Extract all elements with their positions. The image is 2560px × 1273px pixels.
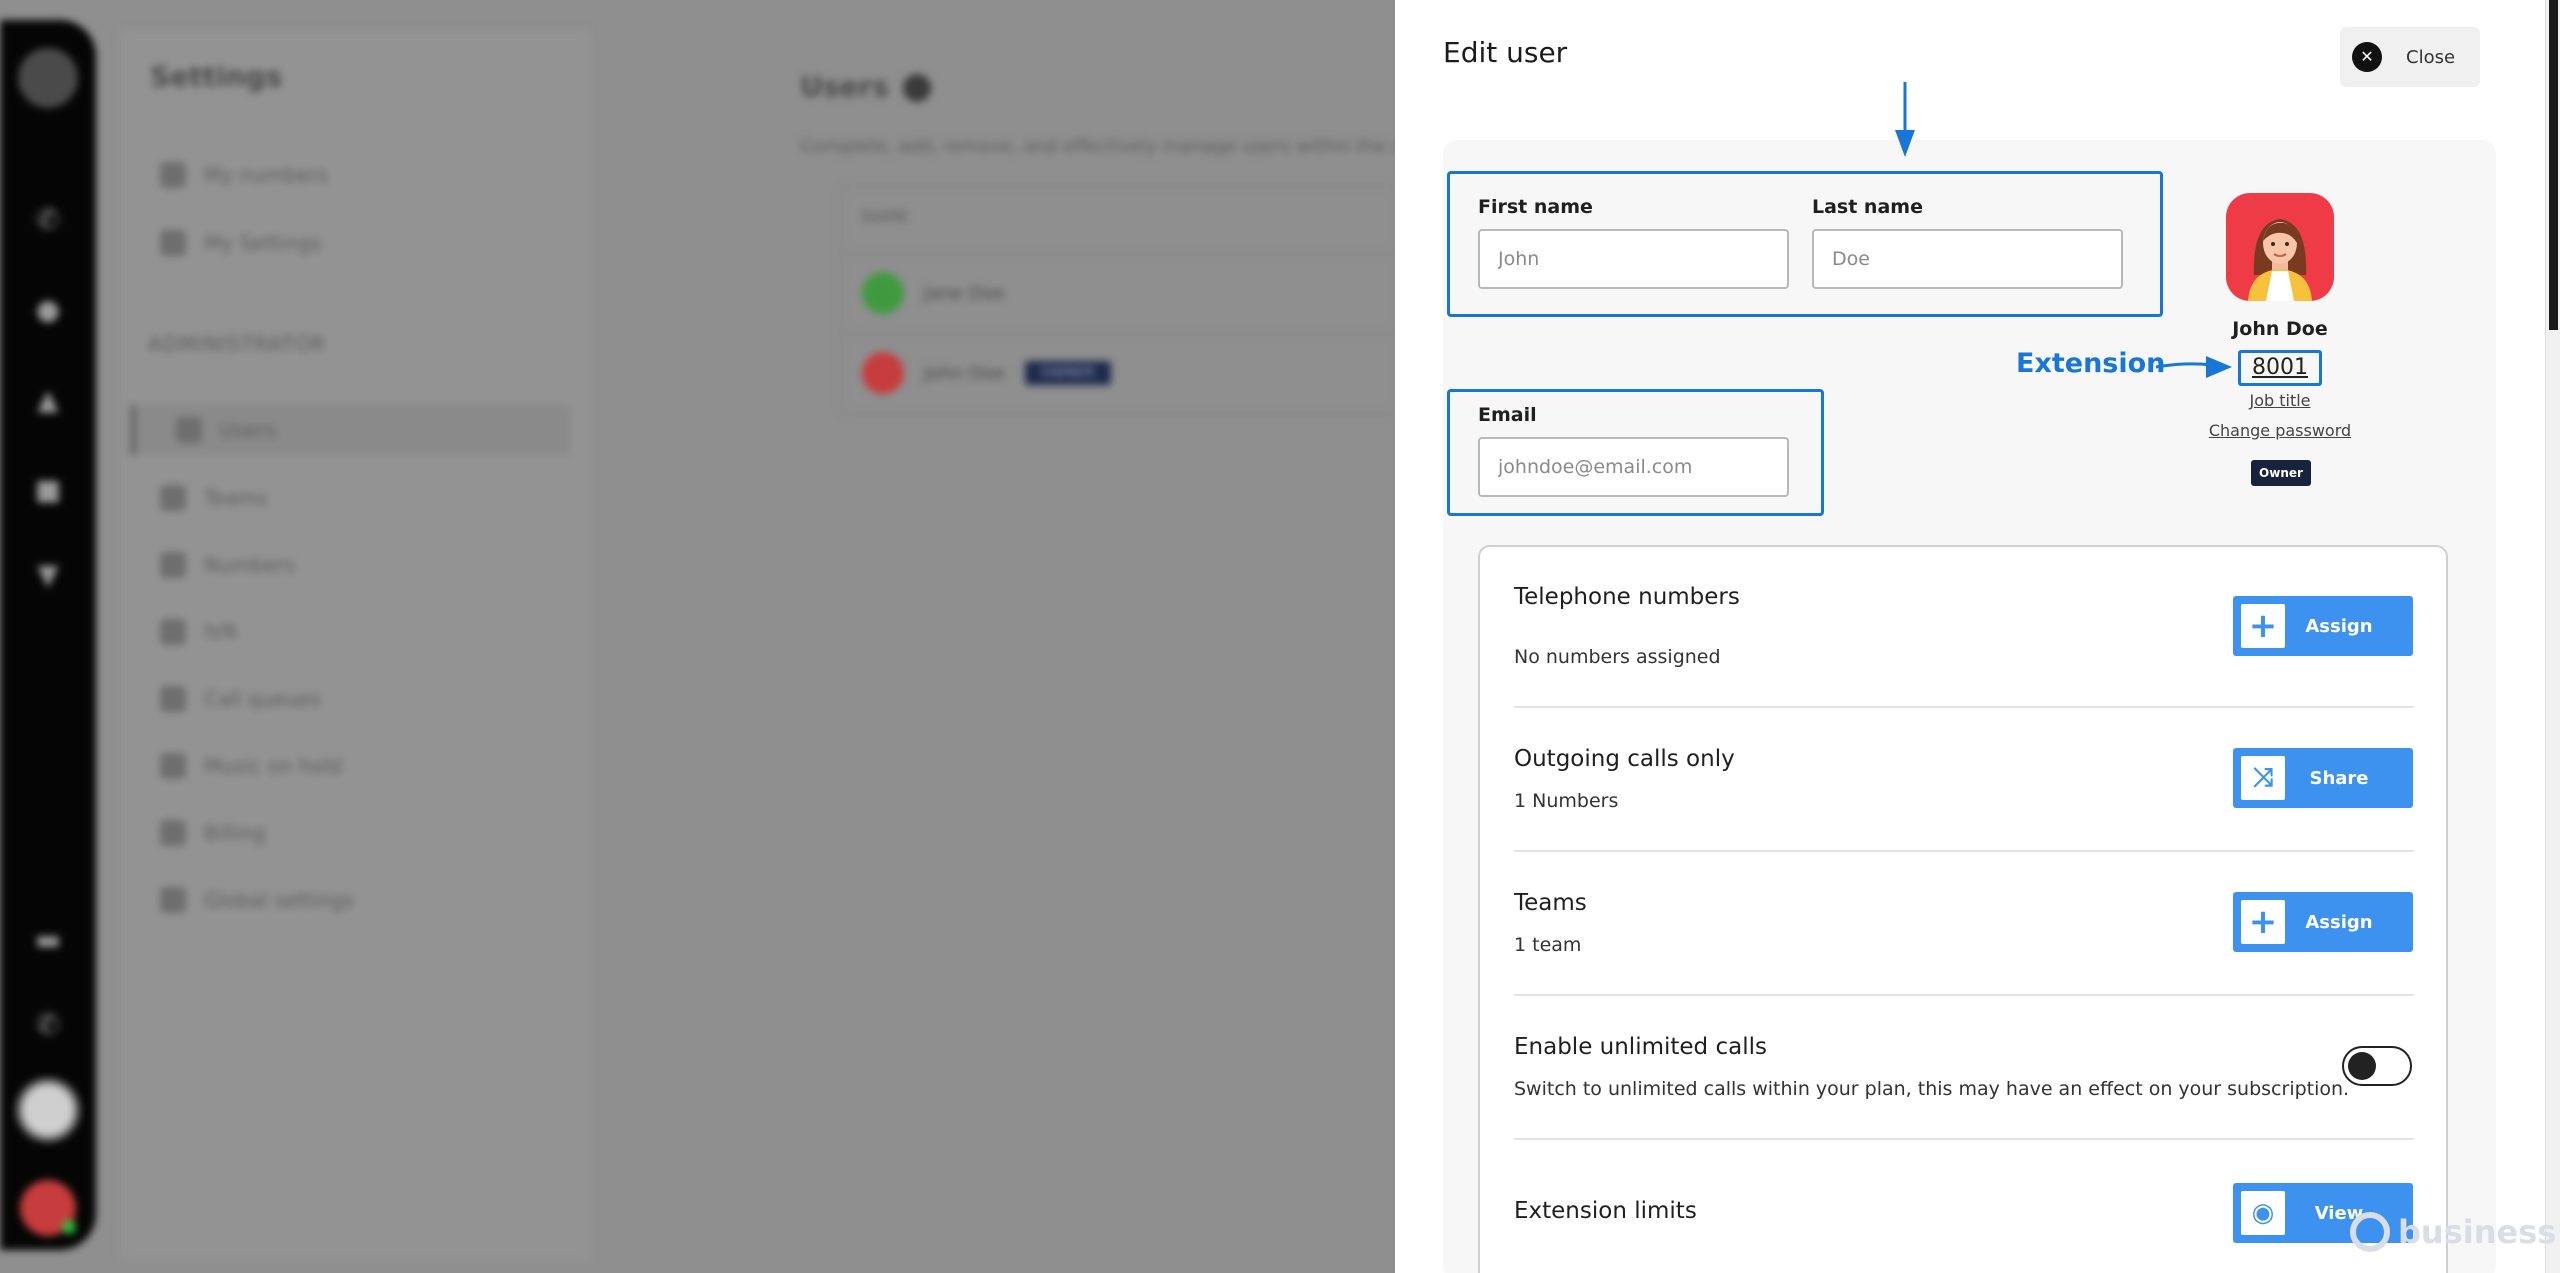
share-outgoing-button[interactable]: ⤨ Share xyxy=(2233,748,2413,808)
billing-icon xyxy=(160,820,186,846)
drawer-title: Edit user xyxy=(1443,36,1568,69)
table-header-name: NAME xyxy=(862,207,909,226)
close-icon: ✕ xyxy=(2352,42,2382,72)
my-avatar[interactable] xyxy=(20,1180,76,1236)
annotation-arrow-right-icon xyxy=(2156,356,2232,378)
globe-icon xyxy=(160,887,186,913)
table-row[interactable]: John Doe OWNER xyxy=(842,332,1402,412)
table-row[interactable]: Jane Doe xyxy=(842,252,1402,332)
extension-limits-title: Extension limits xyxy=(1514,1198,1697,1224)
divider xyxy=(1514,706,2414,708)
status-badge: OWNER xyxy=(1024,361,1111,385)
sidebar-item-billing[interactable]: Billing xyxy=(160,808,265,858)
settings-sidebar: Settings My numbers My Settings ADMINIST… xyxy=(120,30,590,1260)
music-icon xyxy=(160,753,186,779)
stats-icon[interactable]: ▬ xyxy=(33,925,63,955)
avatar xyxy=(862,272,904,314)
background-app: ✆ ● ▲ ■ ▼ ▬ ✆ Settings My numbers My Set… xyxy=(0,0,1402,1273)
scrollbar-thumb[interactable] xyxy=(2549,0,2558,330)
close-button[interactable]: ✕ Close xyxy=(2340,27,2480,87)
sidebar-item-global-settings[interactable]: Global settings xyxy=(160,875,354,925)
sidebar-item-my-settings[interactable]: My Settings xyxy=(160,218,321,268)
shuffle-icon: ⤨ xyxy=(2241,756,2285,800)
avatar xyxy=(862,352,904,394)
last-name-label: Last name xyxy=(1812,196,1923,218)
users-subtitle: Complete, add, remove, and effectively m… xyxy=(800,136,1400,157)
teams-count: 1 team xyxy=(1514,934,1582,956)
queue-icon xyxy=(160,686,186,712)
profile-name: John Doe xyxy=(2232,318,2328,340)
users-heading: Users xyxy=(800,70,931,103)
help-icon[interactable] xyxy=(902,74,931,102)
teams-icon xyxy=(160,485,186,511)
divider xyxy=(1514,850,2414,852)
settings-gear-icon[interactable] xyxy=(16,1078,80,1142)
scrollbar[interactable] xyxy=(2545,0,2560,1273)
users-icon[interactable]: ▲ xyxy=(33,385,63,415)
first-name-label: First name xyxy=(1478,196,1593,218)
telephone-numbers-status: No numbers assigned xyxy=(1514,646,1721,668)
job-title-link[interactable]: Job title xyxy=(2170,391,2390,410)
extension-annotation-label: Extension xyxy=(2016,348,2166,379)
plus-icon: + xyxy=(2241,900,2285,944)
assign-numbers-button[interactable]: + Assign xyxy=(2233,596,2413,656)
sidebar-item-call-queues[interactable]: Call queues xyxy=(160,674,321,724)
unlimited-calls-toggle[interactable] xyxy=(2342,1046,2412,1086)
user-avatar-illustration xyxy=(2248,219,2312,301)
role-badge: Owner xyxy=(2251,460,2311,486)
sidebar-item-music-on-hold[interactable]: Music on hold xyxy=(160,741,342,791)
phone-icon[interactable]: ✆ xyxy=(33,205,63,235)
sidebar-item-teams[interactable]: Teams xyxy=(160,473,267,523)
sliders-icon xyxy=(160,230,186,256)
divider xyxy=(1514,1138,2414,1140)
watermark: business xyxy=(2350,1212,2556,1252)
voicemail-icon[interactable]: ■ xyxy=(33,475,63,505)
numbers-icon xyxy=(160,552,186,578)
sidebar-item-numbers[interactable]: Numbers xyxy=(160,540,295,590)
last-name-input[interactable] xyxy=(1812,229,2123,289)
user-avatar[interactable] xyxy=(2226,193,2334,301)
ivr-icon xyxy=(160,619,186,645)
unlimited-calls-title: Enable unlimited calls xyxy=(1514,1034,1767,1060)
outgoing-calls-count: 1 Numbers xyxy=(1514,790,1619,812)
sidebar-item-my-numbers[interactable]: My numbers xyxy=(160,150,328,200)
toggle-knob xyxy=(2348,1052,2376,1080)
annotation-arrow-down-icon xyxy=(1895,82,1915,157)
numbers-icon xyxy=(160,162,186,188)
teams-title: Teams xyxy=(1514,890,1587,916)
trophy-icon[interactable]: ▼ xyxy=(33,560,63,590)
app-logo xyxy=(18,48,78,108)
sidebar-item-users[interactable]: Users xyxy=(130,405,570,455)
watermark-logo-icon xyxy=(2350,1212,2390,1252)
unlimited-calls-description: Switch to unlimited calls within your pl… xyxy=(1514,1078,2350,1100)
email-field[interactable] xyxy=(1478,437,1789,497)
left-rail: ✆ ● ▲ ■ ▼ ▬ ✆ xyxy=(0,20,96,1250)
divider xyxy=(1514,994,2414,996)
sidebar-item-ivr[interactable]: IVR xyxy=(160,607,237,657)
change-password-link[interactable]: Change password xyxy=(2170,421,2390,440)
users-icon xyxy=(176,417,202,443)
plus-icon: + xyxy=(2241,604,2285,648)
email-label: Email xyxy=(1478,404,1537,426)
users-table: NAME Jane Doe John Doe OWNER xyxy=(840,185,1402,415)
telephone-numbers-title: Telephone numbers xyxy=(1514,584,1740,610)
settings-title: Settings xyxy=(150,60,283,93)
dialer-icon[interactable]: ✆ xyxy=(33,1010,63,1040)
contacts-icon[interactable]: ● xyxy=(33,295,63,325)
admin-section-label: ADMINISTRATOR xyxy=(148,332,327,356)
extension-number[interactable]: 8001 xyxy=(2238,350,2322,386)
first-name-input[interactable] xyxy=(1478,229,1789,289)
eye-icon: ◉ xyxy=(2241,1191,2285,1235)
assign-teams-button[interactable]: + Assign xyxy=(2233,892,2413,952)
outgoing-calls-title: Outgoing calls only xyxy=(1514,746,1735,772)
